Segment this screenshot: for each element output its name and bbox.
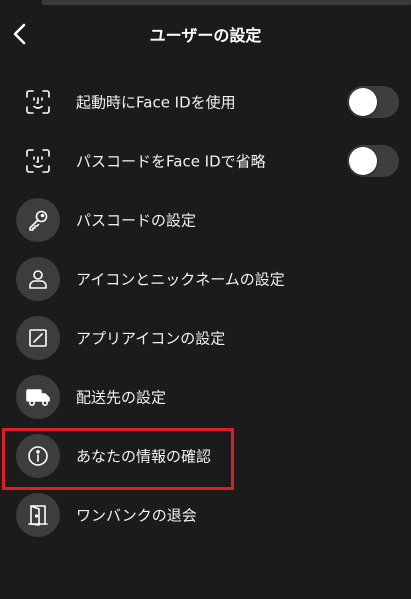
top-scroll-indicator [42, 0, 411, 5]
toggle-knob [349, 146, 377, 175]
header: ユーザーの設定 [0, 12, 411, 56]
truck-icon [16, 374, 60, 419]
row-passcode-settings[interactable]: パスコードの設定 [0, 190, 411, 249]
row-label: パスコードをFace IDで省略 [76, 152, 266, 170]
info-icon [16, 433, 60, 478]
face-id-icon [16, 139, 60, 183]
faceid-passcode-toggle[interactable] [347, 144, 399, 177]
toggle-knob [349, 87, 377, 116]
row-shipping-address[interactable]: 配送先の設定 [0, 367, 411, 426]
row-label: アプリアイコンの設定 [76, 329, 226, 347]
app-icon-icon [16, 315, 60, 360]
back-button[interactable] [4, 18, 36, 50]
row-label: 配送先の設定 [76, 388, 167, 406]
row-faceid-launch[interactable]: 起動時にFace IDを使用 [0, 72, 411, 131]
faceid-launch-toggle[interactable] [347, 85, 399, 118]
row-app-icon[interactable]: アプリアイコンの設定 [0, 308, 411, 367]
row-label: アイコンとニックネームの設定 [76, 270, 285, 288]
person-icon [16, 256, 60, 301]
row-withdraw[interactable]: ワンバンクの退会 [0, 485, 411, 544]
row-label: ワンバンクの退会 [76, 506, 197, 524]
settings-list: 起動時にFace IDを使用 パスコードをFace IDで省略 パスコードの設定… [0, 72, 411, 544]
row-label: 起動時にFace IDを使用 [76, 93, 236, 111]
key-icon [16, 197, 60, 242]
page-title: ユーザーの設定 [149, 26, 262, 45]
row-label: パスコードの設定 [76, 211, 197, 229]
row-label: あなたの情報の確認 [76, 447, 212, 465]
exit-door-icon [16, 492, 60, 537]
user-settings-screen: ユーザーの設定 起動時にFace IDを使用 パスコードをFace IDで省略 … [0, 0, 411, 599]
row-your-info[interactable]: あなたの情報の確認 [0, 426, 411, 485]
row-icon-nickname[interactable]: アイコンとニックネームの設定 [0, 249, 411, 308]
face-id-icon [16, 80, 60, 124]
row-faceid-passcode[interactable]: パスコードをFace IDで省略 [0, 131, 411, 190]
chevron-left-icon [13, 23, 26, 45]
